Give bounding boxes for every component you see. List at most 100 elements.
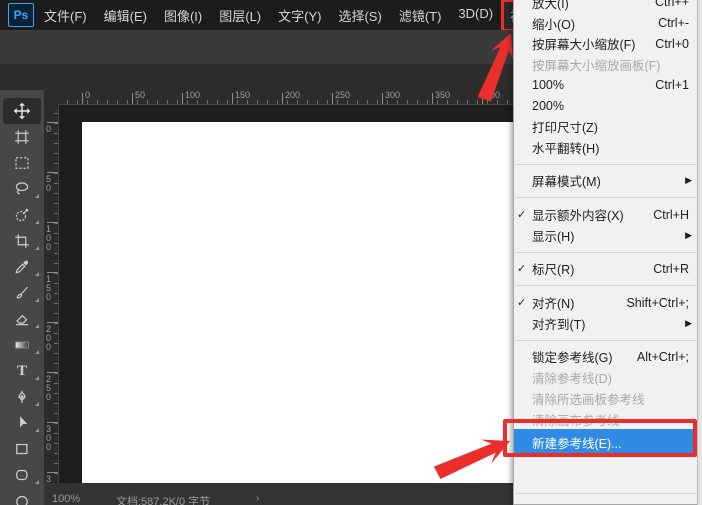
view-menu-item[interactable]: 水平翻转(H) [514,137,697,158]
h-ruler-tick [482,93,483,104]
gradient-tool-icon[interactable] [0,332,44,358]
view-menu-item[interactable]: 屏幕模式(M) ▶ [514,171,697,192]
pen-tool-icon[interactable] [0,384,44,410]
menubar-item-1[interactable]: 文件(F) [37,1,94,30]
red-highlight-box-new-guide [503,419,697,457]
menubar-item-8[interactable]: 3D(D) [451,1,500,30]
view-menu-item[interactable]: 锁定参考线(G) Alt+Ctrl+; [514,347,697,368]
photoshop-window: Ps 文件(F) 编辑(E) 图像(I) 图层(L) 文字(Y) 选择(S) 滤镜(T) 3D… [0,0,702,505]
quick-select-tool-icon[interactable] [0,202,44,228]
view-menu-item[interactable]: 打印尺寸(Z) [514,116,697,137]
menu-item-label: 显示额外内容(X) [532,209,624,224]
v-ruler-label: 0 [46,124,52,134]
lasso-tool-icon[interactable] [0,176,44,202]
v-ruler-label: 1 0 0 [46,224,52,252]
view-menu-item[interactable]: ✓ 对齐(N) Shift+Ctrl+; [514,292,697,313]
menu-item-shortcut: Ctrl+0 [655,36,689,51]
menu-item-label: 屏幕模式(M) [532,175,601,190]
h-ruler-label: 350 [435,90,451,100]
h-ruler-tick [182,93,183,104]
menubar-item-6[interactable]: 选择(S) [331,1,388,30]
menubar-item-7[interactable]: 滤镜(T) [392,1,449,30]
h-ruler-tick [382,93,383,104]
v-ruler-tick [47,372,58,373]
menubar-item-5[interactable]: 文字(Y) [271,1,328,30]
view-menu-item[interactable]: 放大(I) Ctrl++ [514,0,697,13]
h-ruler-label: 50 [135,90,146,100]
ellipse-tool-icon[interactable] [0,488,44,505]
checkmark-icon: ✓ [517,209,527,222]
menu-separator [515,493,696,495]
h-ruler-label: 100 [185,90,201,100]
rectangle-tool-icon[interactable] [0,436,44,462]
submenu-arrow-icon: ▶ [685,229,692,240]
menu-item-label: 标尺(R) [532,263,575,278]
ruler-origin-corner[interactable] [44,90,59,105]
eyedropper-tool-icon[interactable] [0,254,44,280]
crop-tool-icon[interactable] [0,228,44,254]
h-ruler-tick [332,93,333,104]
v-ruler-label: 1 5 0 [46,274,52,302]
document-canvas[interactable] [82,122,513,483]
menu-separator [515,339,696,341]
v-ruler-label: 2 0 0 [46,324,52,352]
menu-item-label: 清除所选画板参考线 [532,392,645,407]
eraser-tool-icon[interactable] [0,306,44,332]
menu-item-shortcut: Ctrl+H [653,207,689,222]
photoshop-logo: Ps [8,3,34,27]
horizontal-ruler[interactable]: 0 50 100 150 200 250 300 350 400 [58,90,513,105]
menubar-item-2[interactable]: 编辑(E) [97,1,154,30]
v-ruler-tick [47,122,58,123]
menubar-item-4[interactable]: 图层(L) [212,1,268,30]
menu-separator [515,251,696,253]
menu-item-shortcut: Ctrl+R [653,261,689,276]
view-menu-item[interactable]: ✓ 显示额外内容(X) Ctrl+H [514,204,697,225]
menu-item-label: 按屏幕大小缩放(F) [532,38,636,53]
h-ruler-label: 150 [235,90,251,100]
move-tool-icon[interactable] [3,98,41,124]
view-menu-item[interactable]: 200% [514,95,697,116]
rounded-rect-tool-icon[interactable] [0,462,44,488]
artboard-tool-icon[interactable] [0,124,44,150]
status-options-chevron-icon[interactable]: › [256,493,259,504]
h-ruler-label: 400 [485,90,501,100]
view-menu-item[interactable]: 按屏幕大小缩放(F) Ctrl+0 [514,33,697,54]
menu-spacer [514,455,697,487]
menu-item-label: 放大(I) [532,0,569,11]
vertical-ruler[interactable]: 05 01 0 01 5 02 0 02 5 03 0 03 5 0 [44,104,59,505]
h-ruler-label: 200 [285,90,301,100]
zoom-level-field[interactable]: 100% [52,493,80,505]
menu-item-shortcut: Alt+Ctrl+; [636,349,689,364]
view-menu-item[interactable]: ✓ 标尺(R) Ctrl+R [514,259,697,280]
view-menu-item[interactable]: 对齐到(T) ▶ [514,313,697,334]
view-menu-item[interactable]: 显示(H) ▶ [514,225,697,246]
h-ruler-label: 0 [85,90,91,100]
type-tool-icon[interactable]: T [0,358,44,384]
menu-item-label: 对齐到(T) [532,317,586,332]
menu-item-label: 显示(H) [532,229,575,244]
path-select-tool-icon[interactable] [0,410,44,436]
h-ruler-tick [82,93,83,104]
menu-separator [515,197,696,199]
view-menu-item[interactable]: 缩小(O) Ctrl+- [514,13,697,34]
h-ruler-tick [232,93,233,104]
h-ruler-tick [432,93,433,104]
menu-item-label: 清除参考线(D) [532,372,612,387]
menu-item-shortcut: Shift+Ctrl+; [626,295,689,310]
menu-item-label: 200% [532,98,564,113]
view-menu-item[interactable]: 100% Ctrl+1 [514,75,697,96]
menu-item-label: 100% [532,78,564,93]
menu-item-label: 打印尺寸(Z) [532,120,598,135]
status-bar: 100% 文档:587.2K/0 字节 › [44,483,513,505]
view-menu-item: 清除参考线(D) [514,367,697,388]
marquee-tool-icon[interactable] [0,150,44,176]
v-ruler-tick [47,272,58,273]
v-ruler-label: 3 0 0 [46,424,52,452]
menubar-item-3[interactable]: 图像(I) [157,1,209,30]
v-ruler-tick [47,422,58,423]
menu-separator [515,163,696,165]
v-ruler-tick [47,472,58,473]
view-menu-item: 清除所选画板参考线 [514,388,697,409]
brush-tool-icon[interactable] [0,280,44,306]
menu-item-label: 锁定参考线(G) [532,351,613,366]
